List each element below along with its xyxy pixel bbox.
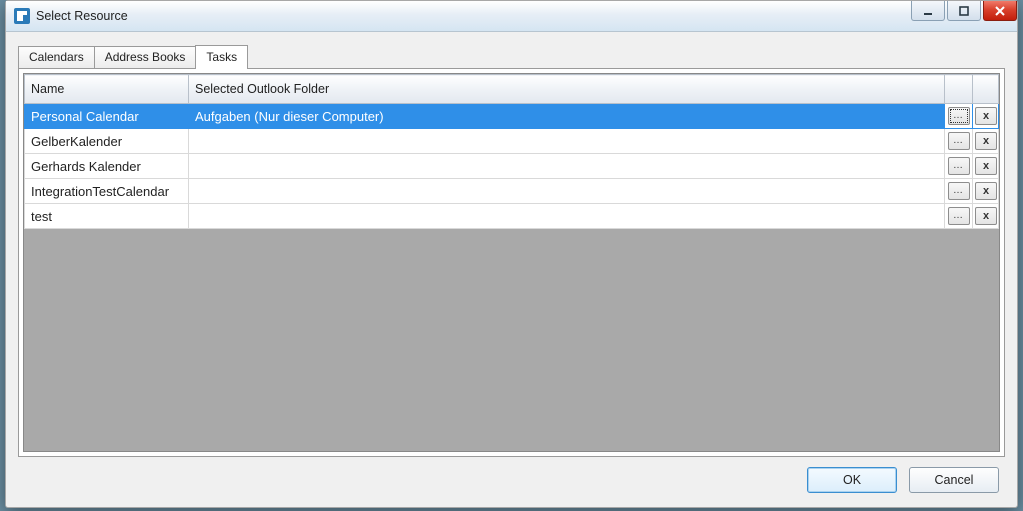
cell-folder[interactable] bbox=[189, 204, 945, 229]
cell-name[interactable]: Personal Calendar bbox=[25, 104, 189, 129]
cell-name[interactable]: IntegrationTestCalendar bbox=[25, 179, 189, 204]
ellipsis-icon: … bbox=[953, 139, 964, 143]
table-row[interactable]: Gerhards Kalender … x bbox=[25, 154, 999, 179]
ellipsis-icon: … bbox=[953, 189, 964, 193]
x-icon: x bbox=[983, 160, 989, 172]
cell-delete: x bbox=[973, 129, 999, 154]
x-icon: x bbox=[983, 110, 989, 122]
maximize-button[interactable] bbox=[947, 1, 981, 21]
ellipsis-icon: … bbox=[953, 214, 964, 218]
window-controls bbox=[911, 1, 1017, 21]
cell-browse: … bbox=[945, 204, 973, 229]
cell-folder[interactable] bbox=[189, 154, 945, 179]
table-row[interactable]: IntegrationTestCalendar … x bbox=[25, 179, 999, 204]
window-title: Select Resource bbox=[36, 9, 128, 23]
browse-button[interactable]: … bbox=[948, 207, 970, 225]
minimize-icon bbox=[922, 5, 934, 17]
column-header-folder[interactable]: Selected Outlook Folder bbox=[189, 75, 945, 104]
x-icon: x bbox=[983, 185, 989, 197]
browse-button[interactable]: … bbox=[948, 157, 970, 175]
delete-button[interactable]: x bbox=[975, 182, 997, 200]
cell-delete: x bbox=[973, 104, 999, 129]
delete-button[interactable]: x bbox=[975, 107, 997, 125]
cell-name[interactable]: GelberKalender bbox=[25, 129, 189, 154]
browse-button[interactable]: … bbox=[948, 132, 970, 150]
dialog-window: Select Resource Calendars Address Books … bbox=[5, 0, 1018, 508]
cell-browse: … bbox=[945, 129, 973, 154]
app-icon bbox=[14, 8, 30, 24]
cell-delete: x bbox=[973, 204, 999, 229]
browse-button[interactable]: … bbox=[948, 107, 970, 125]
close-button[interactable] bbox=[983, 1, 1017, 21]
tab-strip: Calendars Address Books Tasks bbox=[18, 44, 1005, 68]
ellipsis-icon: … bbox=[953, 114, 964, 118]
ellipsis-icon: … bbox=[953, 164, 964, 168]
cell-folder[interactable] bbox=[189, 129, 945, 154]
table-row[interactable]: GelberKalender … x bbox=[25, 129, 999, 154]
table-row[interactable]: test … x bbox=[25, 204, 999, 229]
delete-button[interactable]: x bbox=[975, 207, 997, 225]
resource-grid: Name Selected Outlook Folder Personal Ca… bbox=[24, 74, 999, 229]
cell-folder[interactable]: Aufgaben (Nur dieser Computer) bbox=[189, 104, 945, 129]
cell-browse: … bbox=[945, 104, 973, 129]
tab-address-books[interactable]: Address Books bbox=[94, 46, 197, 68]
table-row[interactable]: Personal CalendarAufgaben (Nur dieser Co… bbox=[25, 104, 999, 129]
delete-button[interactable]: x bbox=[975, 132, 997, 150]
cell-name[interactable]: Gerhards Kalender bbox=[25, 154, 189, 179]
cell-delete: x bbox=[973, 154, 999, 179]
cell-folder[interactable] bbox=[189, 179, 945, 204]
column-header-delete bbox=[973, 75, 999, 104]
column-header-browse bbox=[945, 75, 973, 104]
tab-calendars[interactable]: Calendars bbox=[18, 46, 95, 68]
ok-button[interactable]: OK bbox=[807, 467, 897, 493]
tab-tasks[interactable]: Tasks bbox=[195, 45, 248, 69]
grid-container: Name Selected Outlook Folder Personal Ca… bbox=[23, 73, 1000, 452]
tab-panel: Name Selected Outlook Folder Personal Ca… bbox=[18, 68, 1005, 457]
x-icon: x bbox=[983, 135, 989, 147]
cell-name[interactable]: test bbox=[25, 204, 189, 229]
maximize-icon bbox=[958, 5, 970, 17]
title-bar[interactable]: Select Resource bbox=[6, 1, 1017, 32]
cell-browse: … bbox=[945, 179, 973, 204]
dialog-footer: OK Cancel bbox=[18, 457, 1005, 497]
cell-browse: … bbox=[945, 154, 973, 179]
cell-delete: x bbox=[973, 179, 999, 204]
x-icon: x bbox=[983, 210, 989, 222]
dialog-body: Calendars Address Books Tasks Name bbox=[6, 32, 1017, 507]
grid-empty-area bbox=[24, 229, 999, 451]
column-header-name[interactable]: Name bbox=[25, 75, 189, 104]
delete-button[interactable]: x bbox=[975, 157, 997, 175]
cancel-button[interactable]: Cancel bbox=[909, 467, 999, 493]
minimize-button[interactable] bbox=[911, 1, 945, 21]
close-icon bbox=[994, 5, 1006, 17]
browse-button[interactable]: … bbox=[948, 182, 970, 200]
